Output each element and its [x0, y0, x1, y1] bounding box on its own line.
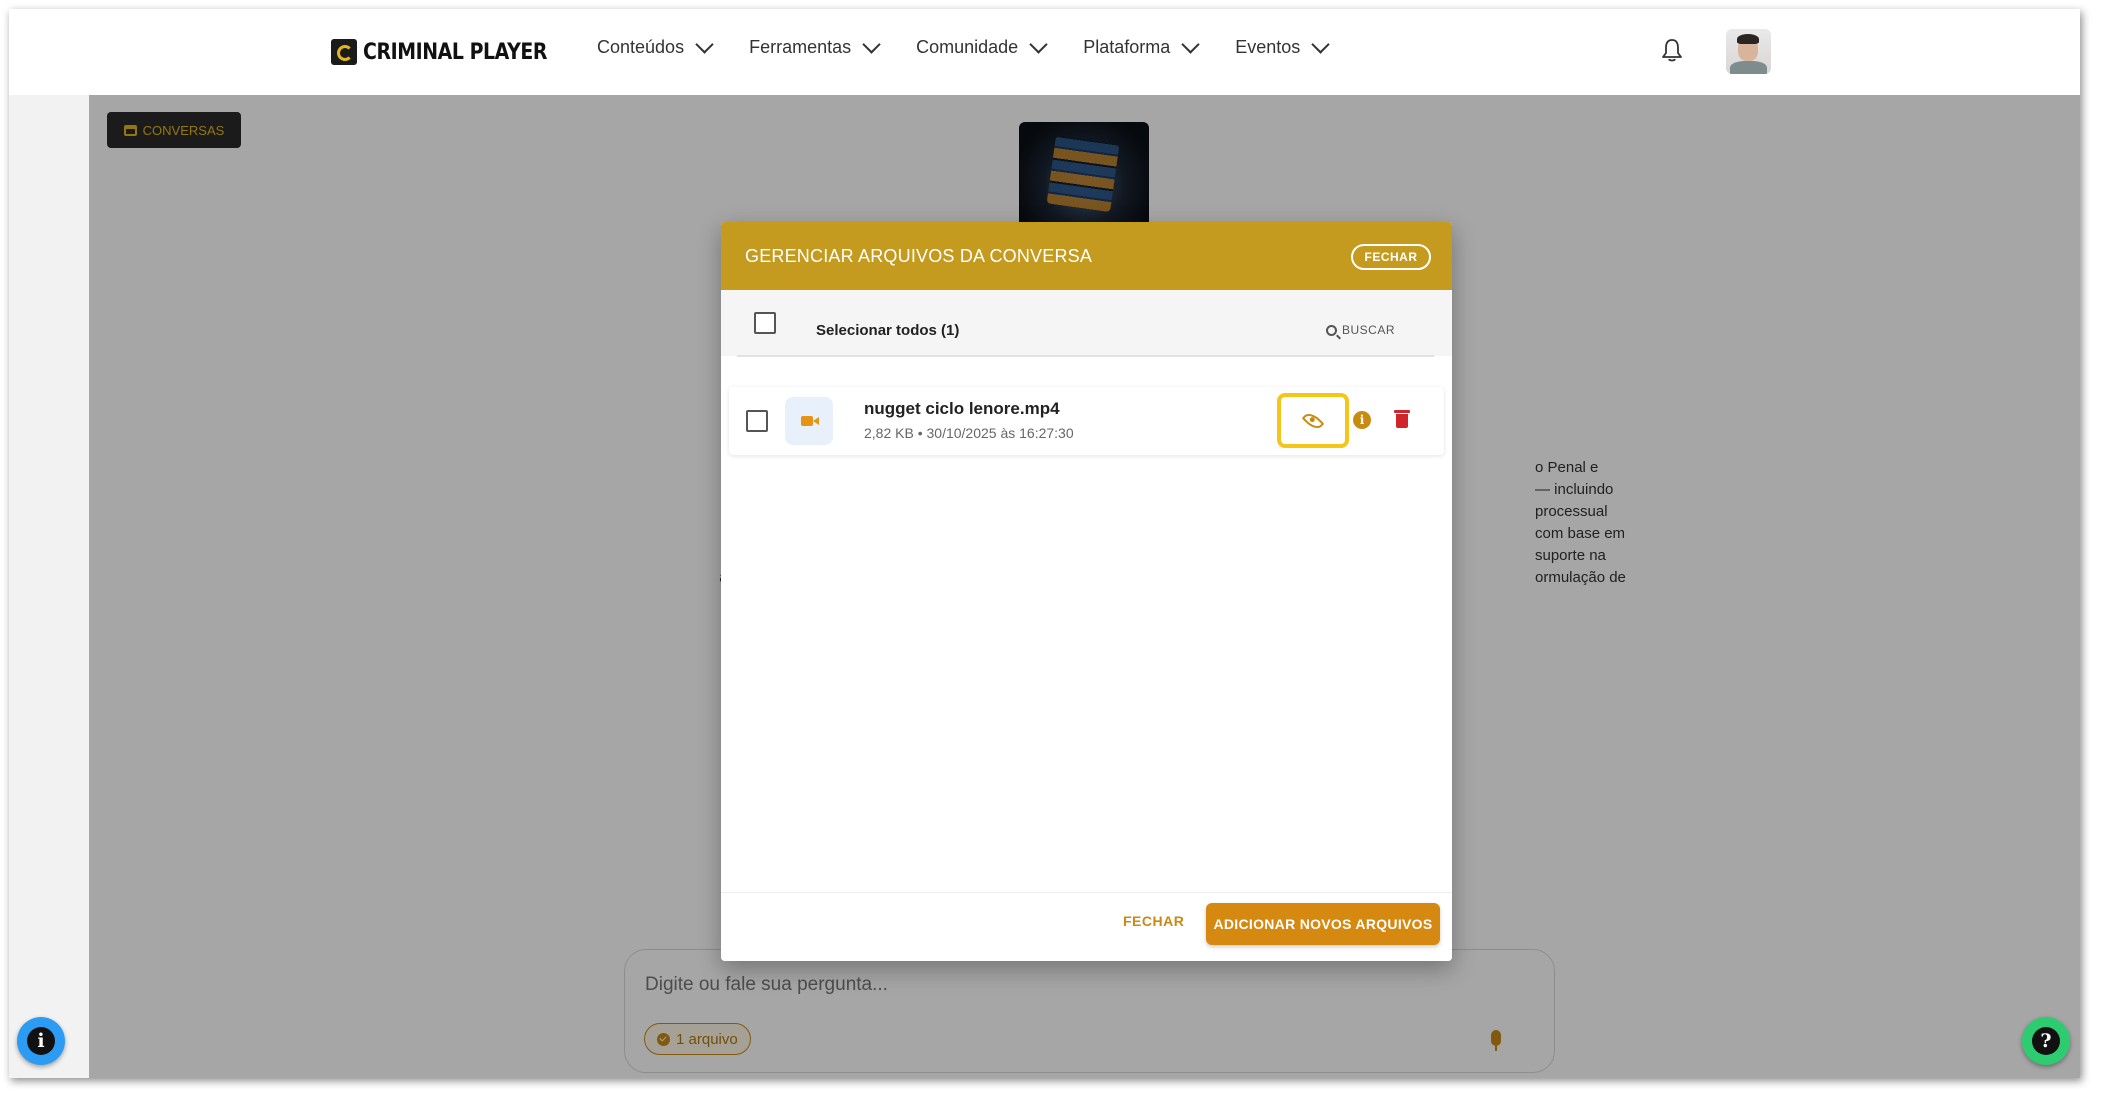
nav-label: Plataforma — [1083, 37, 1171, 57]
nav-plataforma[interactable]: Plataforma — [1083, 35, 1200, 58]
chevron-down-icon — [1311, 35, 1330, 54]
logo-icon — [331, 39, 357, 65]
select-all-checkbox[interactable] — [754, 312, 776, 334]
avatar[interactable] — [1726, 29, 1771, 74]
nav-eventos[interactable]: Eventos — [1235, 35, 1330, 58]
question-icon: ? — [2032, 1027, 2060, 1055]
file-info-icon[interactable]: i — [1353, 411, 1371, 429]
nav-label: Conteúdos — [597, 37, 685, 57]
chevron-down-icon — [1029, 35, 1048, 54]
main-nav: Conteúdos Ferramentas Comunidade Platafo… — [597, 35, 1365, 58]
chevron-down-icon — [1181, 35, 1200, 54]
divider — [737, 355, 1434, 357]
app-window: CRIMINAL PLAYER Conteúdos Ferramentas Co… — [9, 9, 2080, 1078]
info-fab-button[interactable]: i — [17, 1017, 65, 1065]
footer-close-button[interactable]: FECHAR — [1123, 913, 1184, 929]
header-close-button[interactable]: FECHAR — [1351, 244, 1431, 270]
file-type-thumb — [785, 397, 833, 445]
file-row[interactable]: nugget ciclo lenore.mp4 2,82 KB • 30/10/… — [729, 387, 1444, 455]
nav-ferramentas[interactable]: Ferramentas — [749, 35, 881, 58]
modal-header: GERENCIAR ARQUIVOS DA CONVERSA FECHAR — [721, 222, 1452, 290]
nav-conteudos[interactable]: Conteúdos — [597, 35, 714, 58]
nav-label: Eventos — [1235, 37, 1301, 57]
left-sidebar — [9, 95, 89, 1078]
search-icon — [1326, 324, 1337, 336]
chevron-down-icon — [862, 35, 881, 54]
preview-button[interactable] — [1277, 393, 1349, 448]
logo[interactable]: CRIMINAL PLAYER — [331, 39, 577, 65]
trash-icon[interactable] — [1394, 410, 1410, 428]
info-icon: i — [27, 1027, 55, 1055]
nav-label: Ferramentas — [749, 37, 852, 57]
modal-title: GERENCIAR ARQUIVOS DA CONVERSA — [745, 246, 1093, 266]
file-meta: 2,82 KB • 30/10/2025 às 16:27:30 — [864, 425, 1074, 441]
chevron-down-icon — [695, 35, 714, 54]
top-header: CRIMINAL PLAYER Conteúdos Ferramentas Co… — [9, 9, 2080, 95]
nav-label: Comunidade — [916, 37, 1019, 57]
file-name: nugget ciclo lenore.mp4 — [864, 399, 1060, 418]
file-checkbox[interactable] — [746, 410, 768, 432]
search-button[interactable]: BUSCAR — [1326, 323, 1395, 337]
select-all-label: Selecionar todos (1) — [816, 322, 960, 339]
video-camera-icon — [801, 416, 819, 426]
logo-text: CRIMINAL PLAYER — [363, 39, 547, 65]
nav-comunidade[interactable]: Comunidade — [916, 35, 1048, 58]
help-fab-button[interactable]: ? — [2022, 1017, 2070, 1065]
bell-icon[interactable] — [1661, 37, 1683, 63]
manage-files-modal: GERENCIAR ARQUIVOS DA CONVERSA FECHAR Se… — [721, 222, 1452, 961]
eye-icon — [1301, 409, 1325, 432]
add-new-files-button[interactable]: ADICIONAR NOVOS ARQUIVOS — [1206, 903, 1440, 945]
search-label: BUSCAR — [1342, 323, 1396, 337]
